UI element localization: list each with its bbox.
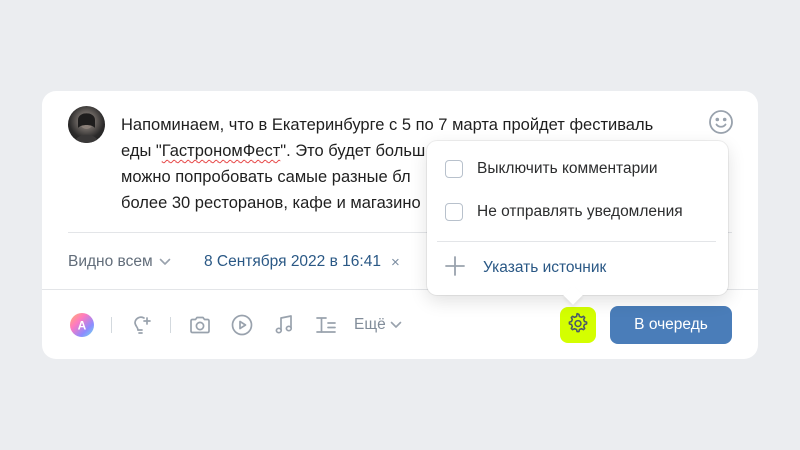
misspelled-word[interactable]: ГастрономФест <box>162 142 281 160</box>
date-label[interactable]: 8 Сентября 2022 в 16:41 <box>204 253 381 271</box>
more-menu[interactable]: Ещё <box>354 316 402 334</box>
settings-button[interactable] <box>560 307 596 343</box>
scheduled-date[interactable]: 8 Сентября 2022 в 16:41 × <box>204 251 400 273</box>
clear-date-icon[interactable]: × <box>391 254 400 271</box>
dropdown-divider <box>437 241 716 242</box>
video-play-icon[interactable] <box>228 311 256 339</box>
disable-notifications-option[interactable]: Не отправлять уведомления <box>445 200 683 224</box>
svg-text:A: A <box>78 319 87 333</box>
disable-comments-option[interactable]: Выключить комментарии <box>445 157 658 181</box>
plus-icon <box>443 254 467 283</box>
camera-icon[interactable] <box>186 311 214 339</box>
attachment-toolbar: A Ещё <box>68 309 402 341</box>
avatar[interactable] <box>68 106 105 143</box>
emoji-icon[interactable] <box>707 108 735 136</box>
queue-button-label: В очередь <box>634 316 708 333</box>
checkbox[interactable] <box>445 203 463 221</box>
toolbar-separator <box>170 317 171 333</box>
option-label: Выключить комментарии <box>477 160 658 177</box>
avatar-gradient-icon[interactable]: A <box>68 311 96 339</box>
chevron-down-icon <box>159 253 171 271</box>
queue-button[interactable]: В очередь <box>610 306 732 344</box>
more-label: Ещё <box>354 316 386 333</box>
settings-dropdown: Выключить комментарии Не отправлять увед… <box>427 141 728 305</box>
add-source-label: Указать источник <box>483 259 607 276</box>
music-icon[interactable] <box>270 311 298 339</box>
lightbulb-icon[interactable] <box>127 311 155 339</box>
option-label: Не отправлять уведомления <box>477 203 683 220</box>
visibility-label: Видно всем <box>68 253 153 270</box>
chevron-down-icon <box>390 316 402 334</box>
add-source-option[interactable]: Указать источник <box>443 254 607 283</box>
text-format-icon[interactable] <box>312 311 340 339</box>
toolbar-separator <box>111 317 112 333</box>
gear-icon <box>567 312 589 339</box>
checkbox[interactable] <box>445 160 463 178</box>
visibility-select[interactable]: Видно всем <box>68 251 171 273</box>
